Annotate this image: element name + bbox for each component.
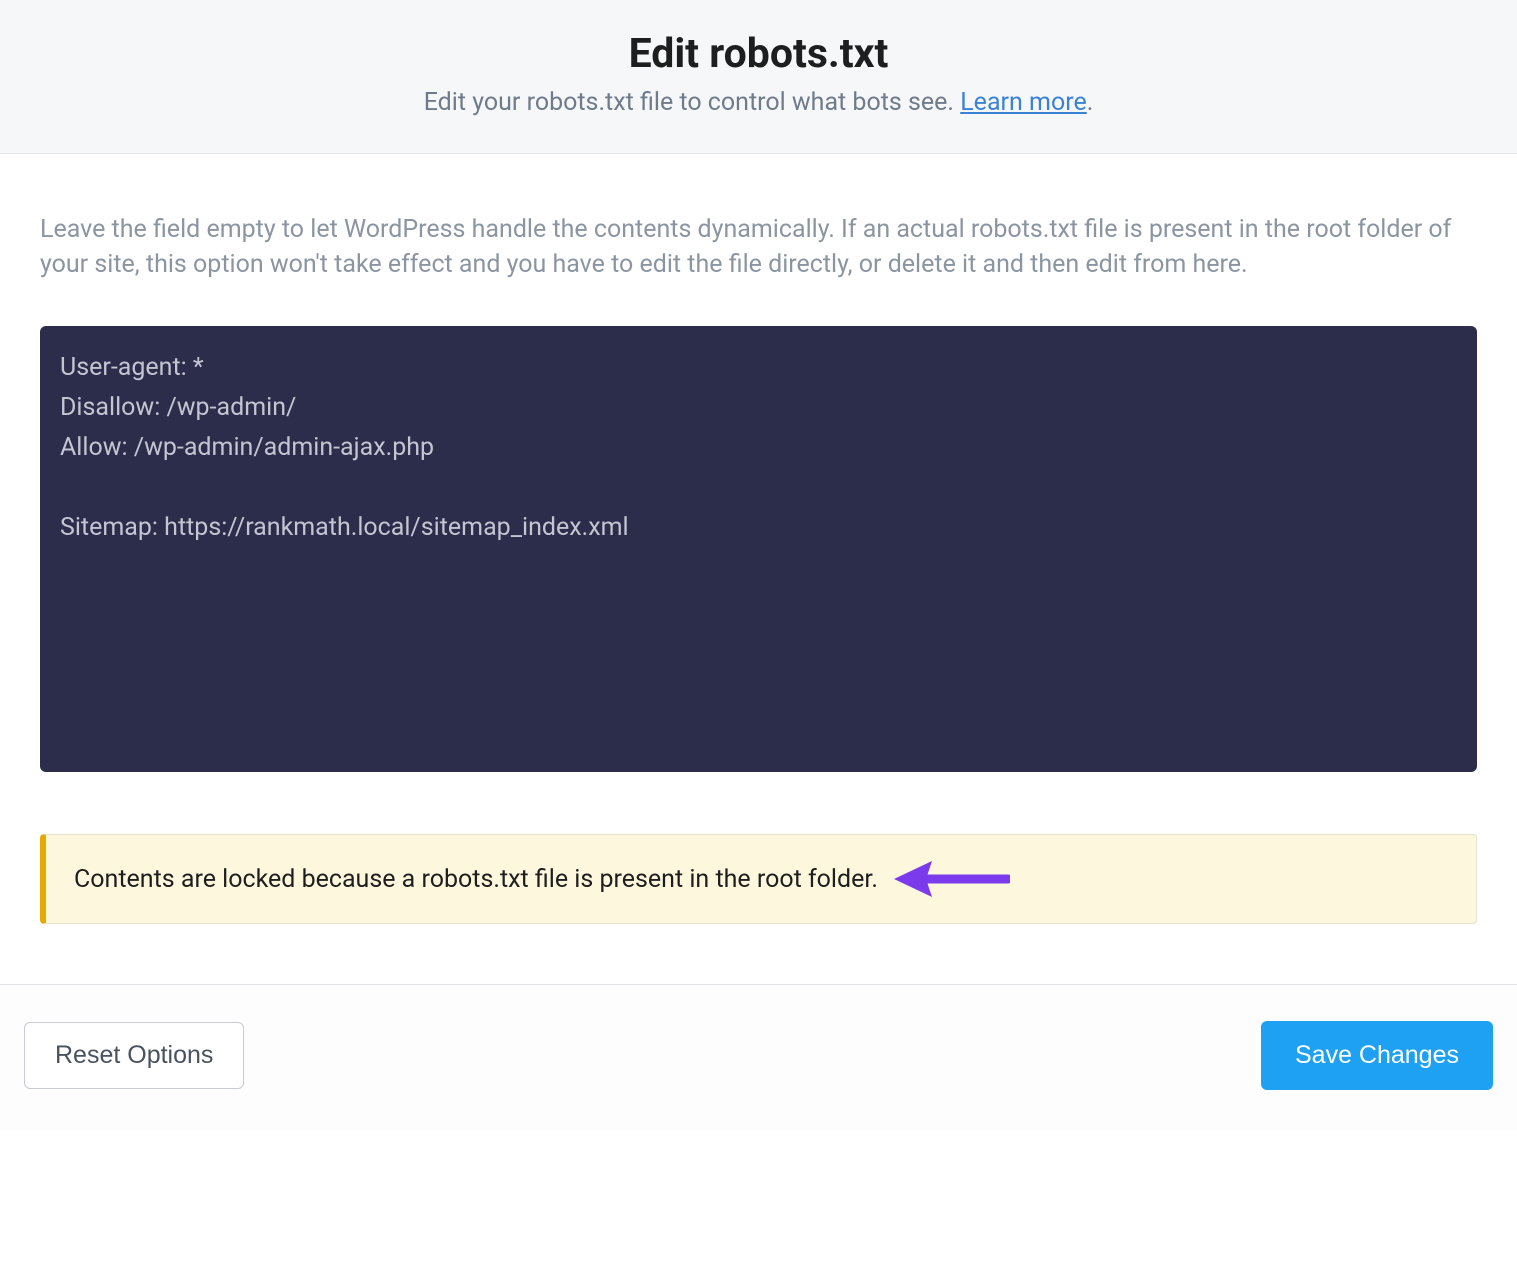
page-subtitle: Edit your robots.txt file to control wha… — [0, 88, 1517, 117]
subtitle-suffix: . — [1087, 88, 1094, 117]
reset-options-button[interactable]: Reset Options — [24, 1022, 244, 1089]
arrow-left-icon — [890, 857, 1010, 901]
robots-txt-content: User-agent: * Disallow: /wp-admin/ Allow… — [60, 348, 1457, 548]
page-title: Edit robots.txt — [0, 30, 1517, 78]
page-header: Edit robots.txt Edit your robots.txt fil… — [0, 0, 1517, 154]
notice-text: Contents are locked because a robots.txt… — [74, 865, 878, 894]
page-footer: Reset Options Save Changes — [0, 984, 1517, 1130]
learn-more-link[interactable]: Learn more — [960, 88, 1086, 117]
subtitle-text: Edit your robots.txt file to control wha… — [424, 88, 961, 117]
content-area: Leave the field empty to let WordPress h… — [0, 154, 1517, 984]
robots-txt-editor[interactable]: User-agent: * Disallow: /wp-admin/ Allow… — [40, 326, 1477, 772]
save-changes-button[interactable]: Save Changes — [1261, 1021, 1493, 1090]
locked-notice: Contents are locked because a robots.txt… — [40, 834, 1477, 924]
field-description: Leave the field empty to let WordPress h… — [40, 212, 1477, 282]
